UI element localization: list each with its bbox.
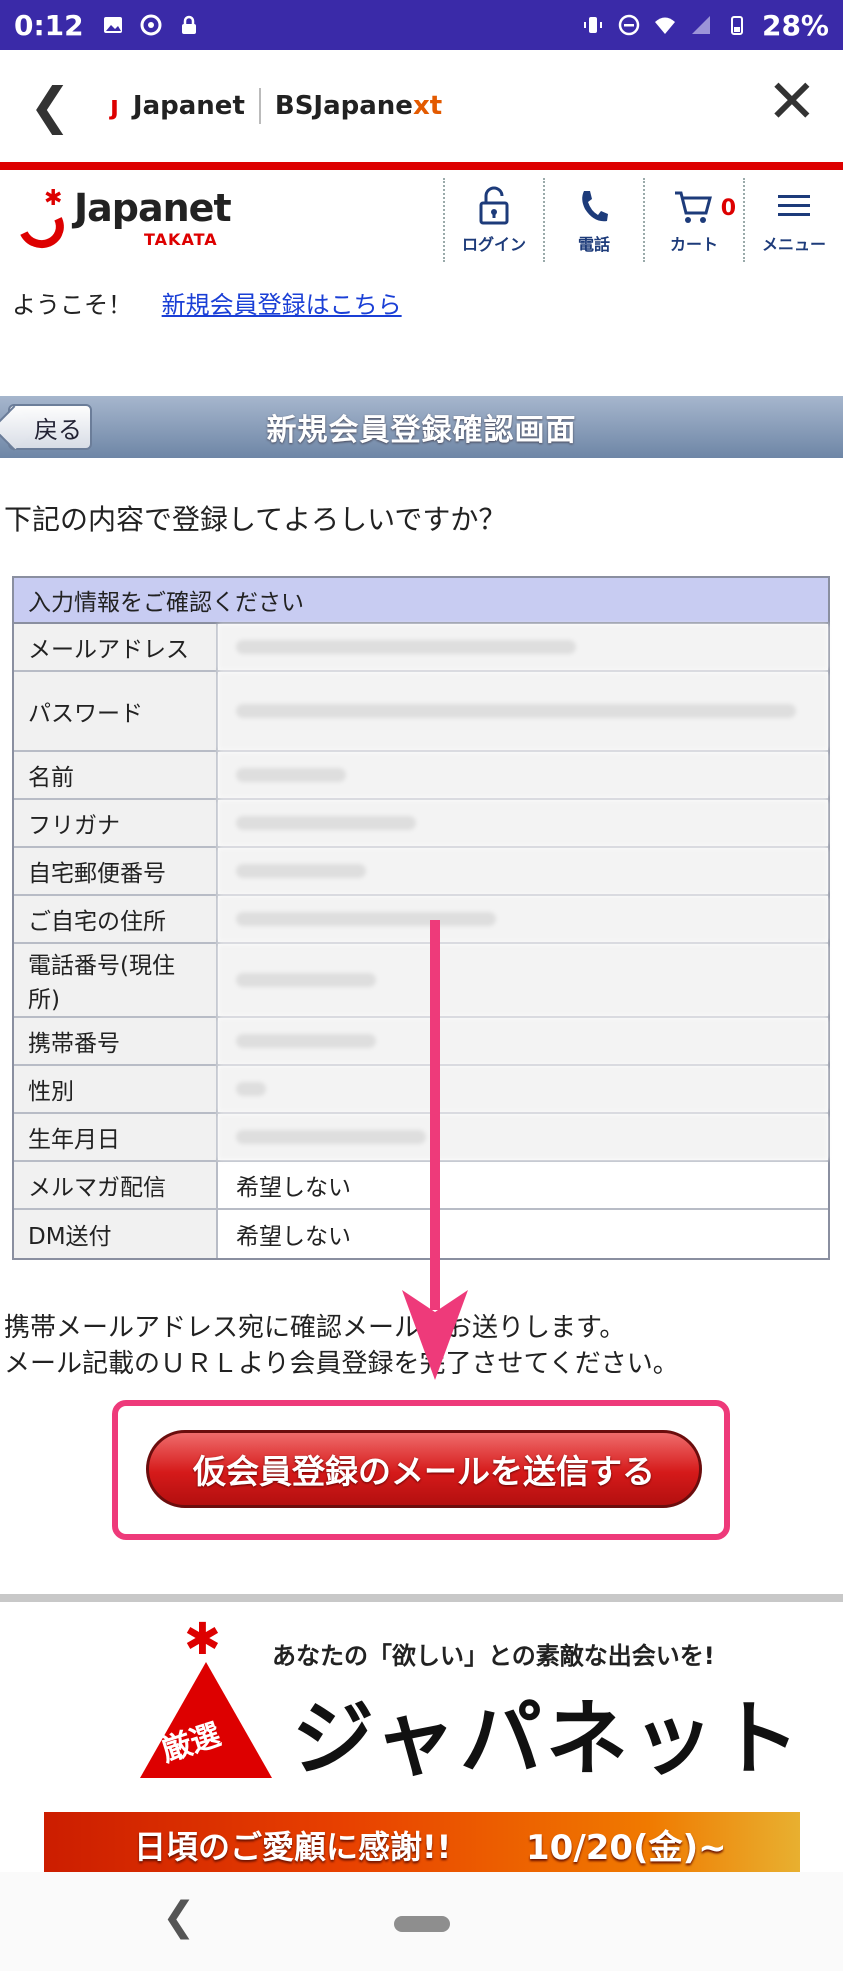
site-logo-subtext: TAKATA bbox=[144, 230, 218, 249]
row-label: DM送付 bbox=[14, 1210, 218, 1258]
close-icon[interactable]: ✕ bbox=[767, 72, 817, 132]
back-button-label: 戻る bbox=[34, 415, 82, 444]
confirm-question: 下記の内容で登録してよろしいですか？ bbox=[4, 503, 507, 536]
mobile-value bbox=[218, 1018, 828, 1064]
birthday-value bbox=[218, 1114, 828, 1160]
clock: 0:12 bbox=[14, 8, 84, 42]
welcome-line: ようこそ！ 新規会員登録はこちら bbox=[12, 285, 402, 320]
promo-text: 日頃のご愛顧に感謝!! bbox=[134, 1828, 452, 1866]
promo-strip[interactable]: 日頃のご愛顧に感謝!! 10/20(金)~ bbox=[44, 1812, 800, 1872]
cart-count: 0 bbox=[720, 196, 736, 221]
cart-button[interactable]: 0 カート bbox=[643, 178, 743, 262]
back-button[interactable]: 戻る bbox=[8, 404, 92, 450]
row-label: 携帯番号 bbox=[14, 1018, 218, 1064]
dm-value: 希望しない bbox=[218, 1210, 828, 1258]
vibrate-icon bbox=[583, 17, 602, 33]
menu-button[interactable]: メニュー bbox=[743, 178, 843, 262]
table-header: 入力情報をご確認ください bbox=[14, 578, 828, 624]
newsletter-value: 希望しない bbox=[218, 1162, 828, 1208]
phone-icon bbox=[574, 185, 614, 229]
dnd-icon bbox=[618, 14, 640, 36]
header-nav: ログイン 電話 0 カート メニュー bbox=[443, 178, 843, 262]
address-value bbox=[218, 896, 828, 942]
table-row: 自宅郵便番号 bbox=[14, 848, 828, 896]
phone-value bbox=[218, 944, 828, 1016]
row-label: 自宅郵便番号 bbox=[14, 848, 218, 894]
table-row: パスワード bbox=[14, 672, 828, 752]
send-button-highlight: 仮会員登録のメールを送信する bbox=[112, 1400, 730, 1540]
site-logo[interactable]: ✱ Japanet TAKATA bbox=[11, 186, 232, 255]
welcome-text: ようこそ！ bbox=[12, 291, 132, 319]
system-nav-bar: ❮ bbox=[0, 1872, 843, 1971]
menu-label: メニュー bbox=[761, 235, 826, 254]
nav-back-icon[interactable]: ❮ bbox=[162, 1894, 196, 1940]
phone-button[interactable]: 電話 bbox=[543, 178, 643, 262]
row-label: メールアドレス bbox=[14, 624, 218, 670]
promo-date: 10/20(金)~ bbox=[526, 1828, 727, 1868]
login-label: ログイン bbox=[461, 235, 526, 254]
row-label: パスワード bbox=[14, 672, 218, 750]
signal-icon bbox=[691, 16, 710, 34]
japanet-logo-text: Japanet bbox=[132, 91, 245, 121]
table-row: フリガナ bbox=[14, 800, 828, 848]
table-row: メールアドレス bbox=[14, 624, 828, 672]
japanet-banner[interactable]: ✱ 厳選 あなたの「欲しい」との素敵な出会いを! ジャパネット 日頃のご愛顧に感… bbox=[0, 1602, 843, 1872]
battery-level: 28% bbox=[761, 8, 829, 42]
email-notice-line-2: メール記載のＵＲＬより会員登録を完了させてください。 bbox=[4, 1349, 679, 1379]
row-label: フリガナ bbox=[14, 800, 218, 846]
site-header: ✱ Japanet TAKATA ログイン 電話 0 カート メニュー bbox=[0, 170, 843, 270]
row-label: ご自宅の住所 bbox=[14, 896, 218, 942]
menu-icon bbox=[774, 185, 814, 229]
bs-logo-text: BSJapane bbox=[274, 91, 413, 121]
furigana-value bbox=[218, 800, 828, 846]
home-pill-icon[interactable] bbox=[394, 1916, 450, 1932]
bs-japanext-logo: BSJapanext bbox=[275, 91, 442, 121]
status-bar: 0:12 28% bbox=[0, 0, 843, 50]
postal-code-value bbox=[218, 848, 828, 894]
row-label: 生年月日 bbox=[14, 1114, 218, 1160]
email-notice: 携帯メールアドレス宛に確認メールをお送りします。 メール記載のＵＲＬより会員登録… bbox=[4, 1310, 679, 1382]
login-button[interactable]: ログイン bbox=[443, 178, 543, 262]
wifi-icon bbox=[654, 17, 675, 34]
partner-logos: ȷ Japanet BSJapanext bbox=[110, 88, 442, 124]
arrow-down-icon bbox=[402, 920, 468, 1380]
table-row: 名前 bbox=[14, 752, 828, 800]
logo-divider bbox=[258, 88, 261, 124]
page-title-bar: 戻る 新規会員登録確認画面 bbox=[0, 396, 843, 458]
lock-icon bbox=[474, 185, 514, 229]
email-value bbox=[218, 624, 828, 670]
email-notice-line-1: 携帯メールアドレス宛に確認メールをお送りします。 bbox=[4, 1313, 626, 1343]
cart-icon: 0 bbox=[672, 185, 736, 229]
japanet-mark-icon: ȷ bbox=[110, 91, 119, 121]
section-divider bbox=[0, 1594, 843, 1602]
star-icon: ✱ bbox=[184, 1614, 221, 1665]
system-indicators: 28% bbox=[582, 9, 829, 42]
browser-back-icon[interactable]: ❮ bbox=[0, 77, 100, 135]
row-label: メルマガ配信 bbox=[14, 1162, 218, 1208]
gender-value bbox=[218, 1066, 828, 1112]
image-icon bbox=[103, 17, 122, 33]
battery-icon bbox=[730, 16, 743, 35]
password-value bbox=[218, 672, 828, 750]
phone-label: 電話 bbox=[577, 235, 610, 254]
header-divider bbox=[0, 162, 843, 170]
site-logo-text: Japanet bbox=[74, 186, 232, 230]
browser-header: ❮ ȷ Japanet BSJapanext ✕ bbox=[0, 50, 843, 162]
lock-status-icon bbox=[181, 15, 196, 34]
chrome-icon bbox=[140, 14, 162, 36]
japanet-logo-icon: ✱ bbox=[11, 186, 71, 255]
row-label: 性別 bbox=[14, 1066, 218, 1112]
register-link[interactable]: 新規会員登録はこちら bbox=[162, 291, 402, 319]
bs-logo-suffix: xt bbox=[412, 91, 443, 121]
row-label: 電話番号(現住所) bbox=[14, 944, 218, 1016]
banner-brand-name: ジャパネット bbox=[292, 1692, 804, 1787]
banner-tagline: あなたの「欲しい」との素敵な出会いを! bbox=[272, 1642, 715, 1670]
send-temp-registration-button[interactable]: 仮会員登録のメールを送信する bbox=[146, 1430, 702, 1508]
cart-label: カート bbox=[669, 235, 718, 254]
page-title: 新規会員登録確認画面 bbox=[266, 413, 577, 448]
name-value bbox=[218, 752, 828, 798]
row-label: 名前 bbox=[14, 752, 218, 798]
notification-icons bbox=[102, 14, 200, 36]
